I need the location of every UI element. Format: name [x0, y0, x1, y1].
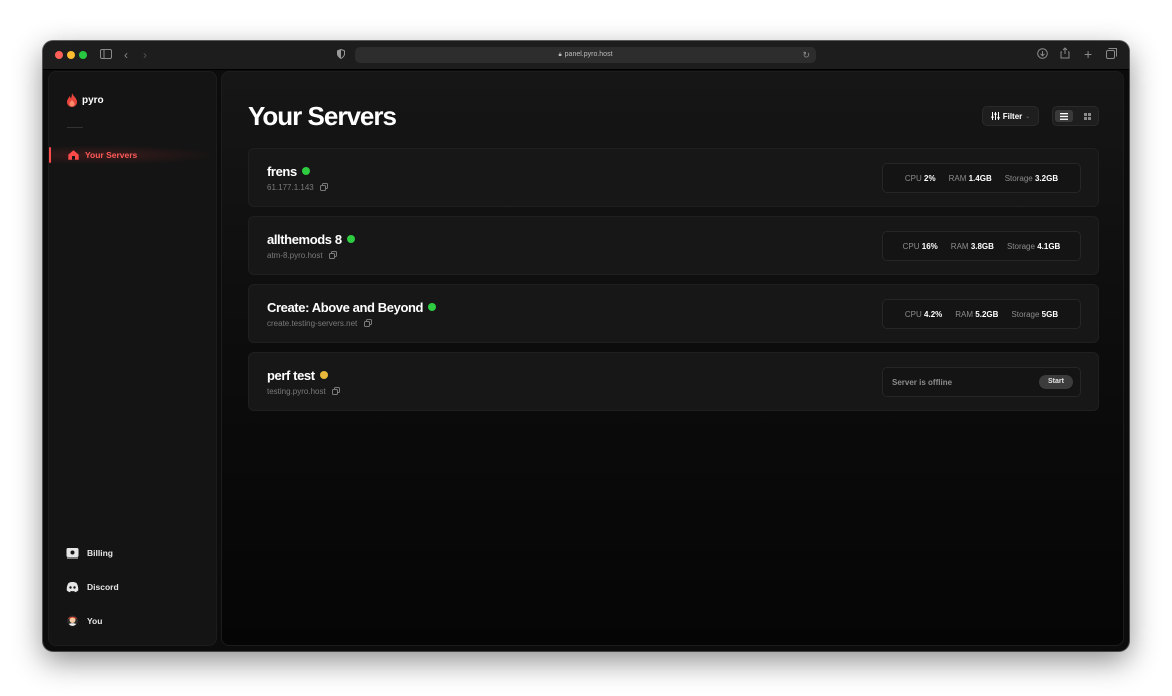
- server-name-row: Create: Above and Beyond: [267, 300, 437, 316]
- sidebar-item-label: Your Servers: [85, 150, 138, 160]
- privacy-shield-icon[interactable]: [337, 47, 345, 63]
- reload-icon[interactable]: ↻: [802, 47, 810, 63]
- grid-view-button[interactable]: [1078, 110, 1096, 122]
- server-name: frens: [267, 164, 297, 179]
- server-host-row: testing.pyro.host: [267, 387, 340, 397]
- address-bar[interactable]: 🔒︎ panel.pyro.host ↻: [355, 47, 816, 63]
- pyro-logo[interactable]: pyro: [66, 93, 104, 107]
- filter-label: Filter: [1002, 111, 1023, 121]
- server-stats: CPU 4.2% RAM 5.2GB Storage 5GB: [882, 299, 1081, 329]
- ram-stat: RAM 5.2GB: [955, 309, 999, 319]
- server-name-row: perf test: [267, 368, 328, 384]
- browser-toolbar: ‹ › 🔒︎ panel.pyro.host ↻ +: [43, 41, 1129, 70]
- cpu-stat: CPU 4.2%: [904, 309, 943, 319]
- forward-icon[interactable]: ›: [143, 47, 147, 63]
- server-name: Create: Above and Beyond: [267, 300, 424, 315]
- sidebar-toggle-icon[interactable]: [100, 47, 112, 63]
- server-stats: CPU 2% RAM 1.4GB Storage 3.2GB: [882, 163, 1081, 193]
- list-icon: [1060, 112, 1068, 120]
- server-name-row: frens: [267, 164, 310, 180]
- sidebar-item-you[interactable]: You: [66, 614, 102, 628]
- server-host-row: 61.177.1.143: [267, 183, 328, 193]
- active-indicator: [49, 147, 51, 163]
- close-window-button[interactable]: [55, 51, 63, 59]
- server-list: frens 61.177.1.143 CPU 2% RAM 1.4GB Stor…: [248, 148, 1099, 420]
- server-host: 61.177.1.143: [267, 183, 314, 192]
- cpu-stat: CPU 2%: [904, 173, 936, 183]
- start-server-button[interactable]: Start: [1039, 375, 1073, 389]
- status-dot: [319, 371, 328, 379]
- tab-overview-icon[interactable]: [1106, 47, 1117, 63]
- sidebar-item-billing[interactable]: Billing: [66, 546, 113, 560]
- filter-button[interactable]: Filter ⌄: [982, 106, 1039, 126]
- discord-icon: [66, 582, 79, 593]
- sidebar-item-label: Billing: [87, 548, 113, 558]
- server-card[interactable]: frens 61.177.1.143 CPU 2% RAM 1.4GB Stor…: [248, 148, 1099, 207]
- ram-stat: RAM 1.4GB: [948, 173, 992, 183]
- offline-panel: Server is offline Start: [882, 367, 1081, 397]
- downloads-icon[interactable]: [1037, 47, 1048, 63]
- status-dot: [301, 167, 310, 175]
- avatar: [67, 615, 78, 627]
- server-host-row: atm-8.pyro.host: [267, 251, 337, 261]
- sidebar: pyro Your Servers Billing Discord You: [48, 71, 218, 646]
- divider: [67, 127, 83, 128]
- copy-icon[interactable]: [328, 251, 337, 259]
- storage-stat: Storage 4.1GB: [1006, 241, 1061, 251]
- sidebar-item-your-servers[interactable]: Your Servers: [49, 145, 218, 165]
- server-card[interactable]: allthemods 8 atm-8.pyro.host CPU 16% RAM…: [248, 216, 1099, 275]
- server-card[interactable]: Create: Above and Beyond create.testing-…: [248, 284, 1099, 343]
- url-text: panel.pyro.host: [564, 51, 613, 58]
- server-host: create.testing-servers.net: [267, 319, 358, 328]
- share-icon[interactable]: [1060, 47, 1070, 63]
- main-content: Your Servers Filter ⌄ frens 61.177.1.143…: [221, 71, 1124, 646]
- offline-status-text: Server is offline: [892, 378, 953, 387]
- ram-stat: RAM 3.8GB: [950, 241, 994, 251]
- home-icon: [68, 150, 79, 160]
- filter-sliders-icon: [991, 112, 1000, 120]
- server-host: atm-8.pyro.host: [267, 251, 323, 260]
- copy-icon[interactable]: [363, 319, 372, 327]
- lock-icon: 🔒︎: [558, 52, 562, 58]
- minimize-window-button[interactable]: [67, 51, 75, 59]
- server-name: perf test: [267, 368, 315, 383]
- server-card[interactable]: perf test testing.pyro.host Server is of…: [248, 352, 1099, 411]
- status-dot: [428, 303, 437, 311]
- server-host-row: create.testing-servers.net: [267, 319, 372, 329]
- back-icon[interactable]: ‹: [124, 47, 128, 63]
- flame-icon: [67, 93, 77, 107]
- server-host: testing.pyro.host: [267, 387, 326, 396]
- zoom-window-button[interactable]: [79, 51, 87, 59]
- list-view-button[interactable]: [1055, 110, 1073, 122]
- view-toggle: [1052, 106, 1099, 126]
- server-name: allthemods 8: [267, 232, 342, 247]
- status-dot: [346, 235, 355, 243]
- storage-stat: Storage 5GB: [1011, 309, 1059, 319]
- sidebar-item-label: Discord: [87, 582, 119, 592]
- grid-icon: [1083, 112, 1091, 120]
- storage-stat: Storage 3.2GB: [1004, 173, 1059, 183]
- copy-icon[interactable]: [319, 183, 328, 191]
- sidebar-item-discord[interactable]: Discord: [66, 580, 119, 594]
- billing-icon: [66, 548, 79, 559]
- browser-window: ‹ › 🔒︎ panel.pyro.host ↻ + pyro Your Ser…: [43, 41, 1129, 651]
- new-tab-icon[interactable]: +: [1084, 46, 1092, 62]
- sidebar-item-label: You: [87, 616, 103, 626]
- server-name-row: allthemods 8: [267, 232, 355, 248]
- cpu-stat: CPU 16%: [902, 241, 938, 251]
- chevron-down-icon: ⌄: [1025, 113, 1031, 120]
- copy-icon[interactable]: [331, 387, 340, 395]
- logo-text: pyro: [82, 94, 104, 106]
- page-title: Your Servers: [248, 101, 397, 131]
- server-stats: CPU 16% RAM 3.8GB Storage 4.1GB: [882, 231, 1081, 261]
